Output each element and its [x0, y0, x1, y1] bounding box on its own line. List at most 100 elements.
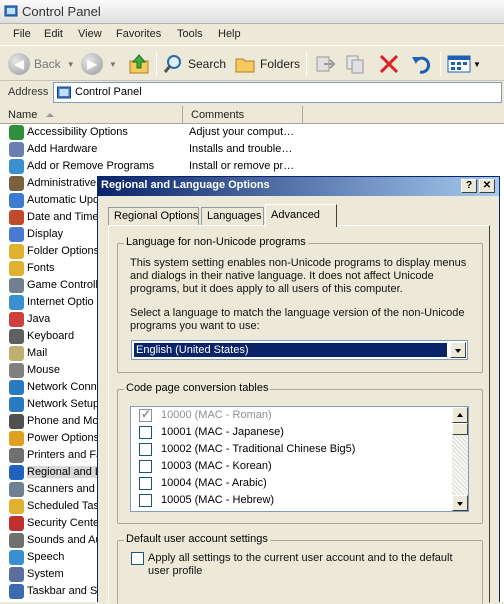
search-button[interactable]: Search — [162, 52, 226, 76]
address-field[interactable]: Control Panel — [53, 82, 502, 103]
forward-dropdown-icon: ▼ — [109, 59, 117, 69]
list-item-name: Sounds and Au — [27, 534, 97, 546]
code-page-list[interactable]: 10000 (MAC - Roman) 10001 (MAC - Japanese… — [130, 406, 469, 512]
code-page-item[interactable]: 10000 (MAC - Roman) — [131, 407, 461, 424]
tab-languages[interactable]: Languages — [201, 207, 264, 226]
undo-button[interactable] — [410, 52, 432, 76]
delete-button[interactable] — [378, 52, 400, 76]
code-page-checkbox[interactable] — [139, 426, 152, 439]
move-to-button[interactable] — [314, 52, 336, 76]
address-bar: Address Control Panel — [0, 81, 504, 105]
window-title: Control Panel — [22, 4, 101, 19]
list-item-name: Scheduled Tas — [27, 500, 97, 512]
list-item[interactable]: Add or Remove Programs Install or remove … — [0, 158, 504, 175]
list-item-name: Mail — [27, 347, 48, 359]
back-button[interactable]: ◀ Back ▼ — [8, 52, 75, 76]
scroll-down-icon[interactable] — [452, 495, 468, 511]
code-page-checkbox[interactable] — [139, 477, 152, 490]
forward-button[interactable]: ▶ ▼ — [81, 52, 117, 76]
security-center-icon — [9, 516, 24, 531]
search-icon — [163, 55, 181, 73]
list-item-name: Accessibility Options — [27, 126, 128, 138]
list-item-name: Folder Options — [27, 245, 97, 257]
mail-icon — [9, 346, 24, 361]
tab-advanced[interactable]: Advanced — [265, 204, 337, 227]
back-label: Back — [34, 57, 61, 71]
code-page-checkbox[interactable] — [139, 443, 152, 456]
tab-regional-options[interactable]: Regional Options — [108, 207, 199, 226]
up-folder-icon — [129, 54, 149, 74]
list-item-comment: Install or remove pr… — [189, 160, 295, 172]
apply-all-settings-checkbox[interactable] — [131, 552, 144, 565]
code-page-item[interactable]: 10005 (MAC - Hebrew) — [131, 492, 461, 509]
folder-options-icon — [9, 244, 24, 259]
list-item-name: Taskbar and St — [27, 585, 97, 597]
folders-label: Folders — [260, 57, 301, 71]
display-icon — [9, 227, 24, 242]
column-header-comments[interactable]: Comments — [183, 106, 303, 124]
views-button[interactable]: ▼ — [447, 52, 481, 76]
copy-to-button[interactable] — [344, 52, 366, 76]
menu-help[interactable]: Help — [218, 28, 241, 40]
scroll-up-icon[interactable] — [452, 407, 468, 423]
code-page-checkbox[interactable] — [139, 460, 152, 473]
list-item-name: Printers and Fa — [27, 449, 97, 461]
non-unicode-language-select[interactable]: English (United States) — [131, 340, 468, 360]
copy-to-icon — [346, 55, 364, 74]
code-page-scrollbar[interactable] — [452, 407, 468, 511]
code-page-label: 10004 (MAC - Arabic) — [161, 477, 267, 489]
non-unicode-prompt: Select a language to match the language … — [130, 307, 465, 332]
code-page-checkbox[interactable] — [139, 494, 152, 507]
menu-file[interactable]: File — [13, 28, 31, 40]
toolbar-separator — [440, 52, 441, 76]
list-item-name: Internet Optio — [27, 296, 94, 308]
scroll-thumb[interactable] — [452, 423, 468, 435]
menu-tools[interactable]: Tools — [177, 28, 203, 40]
date-time-icon — [9, 210, 24, 225]
list-item-name: Date and Time — [27, 211, 97, 223]
dropdown-arrow-icon[interactable] — [450, 342, 466, 358]
code-page-item[interactable]: 10001 (MAC - Japanese) — [131, 424, 461, 441]
address-label: Address — [8, 86, 49, 98]
code-page-group: Code page conversion tables 10000 (MAC -… — [117, 382, 483, 524]
code-page-item[interactable]: 10002 (MAC - Traditional Chinese Big5) — [131, 441, 461, 458]
non-unicode-description: This system setting enables non-Unicode … — [130, 257, 467, 295]
menu-favorites[interactable]: Favorites — [116, 28, 161, 40]
list-item[interactable]: Accessibility Options Adjust your comput… — [0, 124, 504, 141]
menu-edit[interactable]: Edit — [44, 28, 63, 40]
scroll-track[interactable] — [452, 435, 468, 495]
column-header-name[interactable]: Name — [0, 106, 183, 124]
close-button[interactable]: ✕ — [479, 179, 495, 193]
code-page-checkbox[interactable] — [139, 407, 152, 422]
list-item[interactable]: Add Hardware Installs and trouble… — [0, 141, 504, 158]
delete-x-icon — [379, 54, 399, 74]
list-item-name: Network Conn — [27, 381, 97, 393]
back-dropdown-icon: ▼ — [66, 59, 75, 69]
system-icon — [9, 567, 24, 582]
menu-view[interactable]: View — [78, 28, 102, 40]
code-page-item[interactable]: 10004 (MAC - Arabic) — [131, 475, 461, 492]
keyboard-icon — [9, 329, 24, 344]
folders-button[interactable]: Folders — [234, 52, 300, 76]
code-page-label: 10005 (MAC - Hebrew) — [161, 494, 275, 506]
code-page-label: 10003 (MAC - Korean) — [161, 460, 272, 472]
list-item-name: Speech — [27, 551, 65, 563]
help-button[interactable]: ? — [461, 179, 477, 193]
dialog-title: Regional and Language Options — [101, 179, 270, 191]
apply-all-settings-label[interactable]: Apply all settings to the current user a… — [148, 552, 468, 578]
toolbar-separator — [306, 52, 307, 76]
up-folder-button[interactable] — [128, 52, 150, 76]
network-connections-icon — [9, 380, 24, 395]
code-page-item[interactable]: 10003 (MAC - Korean) — [131, 458, 461, 475]
selected-language: English (United States) — [134, 343, 447, 357]
folders-icon — [235, 58, 255, 73]
taskbar-start-icon — [9, 584, 24, 599]
automatic-updates-icon — [9, 193, 24, 208]
list-item-name: Network Setup — [27, 398, 97, 410]
list-item-name: Game Controlle — [27, 279, 97, 291]
views-icon — [447, 55, 471, 73]
views-dropdown-icon: ▼ — [473, 59, 481, 69]
list-item-name: Java — [27, 313, 51, 325]
column-name-label: Name — [8, 109, 38, 121]
accessibility-icon — [9, 125, 24, 140]
